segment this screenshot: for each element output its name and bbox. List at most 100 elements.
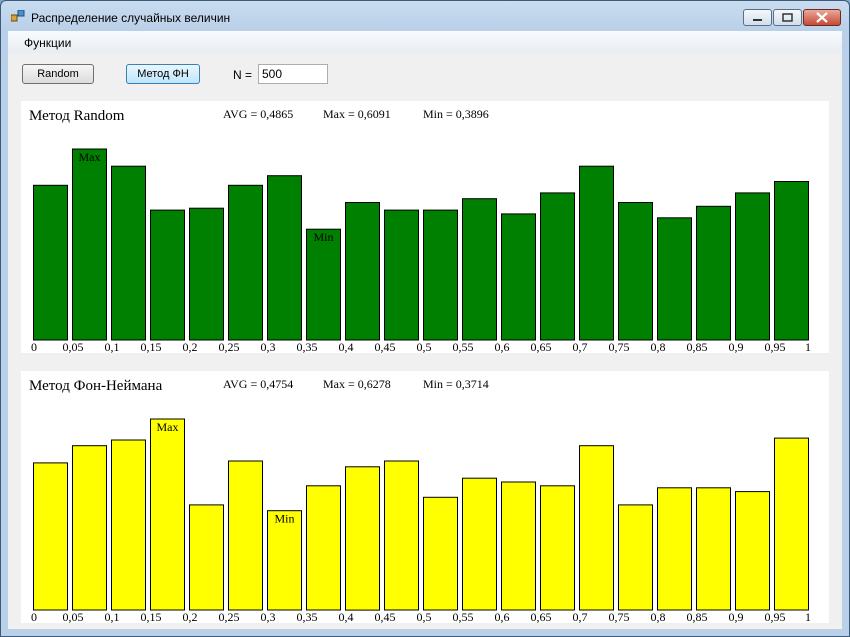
- random-bar-4: [189, 207, 224, 341]
- neumann-bar-2: [111, 439, 146, 611]
- neumann-avg: AVG = 0,4754: [223, 377, 294, 391]
- random-bar-15: [618, 202, 653, 341]
- random-bar-16: [657, 217, 692, 341]
- close-icon: [816, 12, 828, 23]
- neumann-x-tick-2: 0,1: [105, 610, 120, 623]
- close-button[interactable]: [803, 9, 841, 26]
- random-bar-9: [384, 209, 419, 341]
- menu-bar: Функции: [8, 31, 842, 53]
- method-fn-button[interactable]: Метод ФН: [126, 64, 200, 84]
- menu-functions[interactable]: Функции: [24, 36, 71, 50]
- random-bar-12: [501, 213, 536, 341]
- neumann-x-tick-18: 0,9: [729, 610, 744, 623]
- random-x-tick-7: 0,35: [297, 340, 318, 353]
- minimize-icon: [753, 19, 762, 21]
- neumann-x-tick-19: 0,95: [765, 610, 786, 623]
- random-x-tick-6: 0,3: [261, 340, 276, 353]
- neumann-x-tick-1: 0,05: [63, 610, 84, 623]
- neumann-x-tick-3: 0,15: [141, 610, 162, 623]
- neumann-bar-9: [384, 460, 419, 611]
- neumann-max-label: Max: [157, 420, 179, 434]
- neumann-min-label: Min: [274, 512, 294, 526]
- neumann-x-tick-15: 0,75: [609, 610, 630, 623]
- neumann-bar-15: [618, 504, 653, 611]
- random-x-tick-8: 0,4: [339, 340, 354, 353]
- neumann-x-tick-14: 0,7: [573, 610, 588, 623]
- neumann-chart: Max Min 0 0,05 0,1 0,15 0,2 0,25 0,3 0,35 0,4 0,45 0…: [31, 418, 811, 623]
- minimize-button[interactable]: [743, 9, 772, 26]
- random-x-tick-17: 0,85: [687, 340, 708, 353]
- random-bar-10: [423, 209, 458, 341]
- neumann-x-tick-13: 0,65: [531, 610, 552, 623]
- random-x-tick-1: 0,05: [63, 340, 84, 353]
- neumann-bar-14: [579, 445, 614, 611]
- random-x-tick-4: 0,2: [183, 340, 198, 353]
- neumann-x-tick-11: 0,55: [453, 610, 474, 623]
- neumann-x-tick-5: 0,25: [219, 610, 240, 623]
- title-bar[interactable]: Распределение случайных величин: [1, 1, 849, 31]
- random-bar-0: [33, 184, 68, 341]
- neumann-x-tick-10: 0,5: [417, 610, 432, 623]
- neumann-x-tick-16: 0,8: [651, 610, 666, 623]
- random-x-tick-5: 0,25: [219, 340, 240, 353]
- n-input[interactable]: [258, 64, 328, 84]
- random-bar-2: [111, 165, 146, 341]
- random-chart: Max Min 0 0,05 0,1 0,15 0,2 0,25 0,3 0,35 0,4 0,45 0…: [31, 148, 811, 353]
- random-bar-6: [267, 175, 302, 341]
- app-window: Распределение случайных величин Функции …: [0, 0, 850, 637]
- neumann-bar-16: [657, 487, 692, 611]
- neumann-x-tick-7: 0,35: [297, 610, 318, 623]
- random-x-tick-11: 0,55: [453, 340, 474, 353]
- neumann-x-tick-12: 0,6: [495, 610, 510, 623]
- app-icon: [11, 10, 25, 22]
- neumann-bar-8: [345, 466, 380, 611]
- random-bar-1: [72, 148, 107, 341]
- random-bar-11: [462, 198, 497, 341]
- neumann-bar-11: [462, 477, 497, 611]
- random-x-tick-3: 0,15: [141, 340, 162, 353]
- random-panel: Max Min 0 0,05 0,1 0,15 0,2 0,25 0,3 0,35 0,4 0,45 0…: [21, 101, 829, 353]
- random-bar-13: [540, 192, 575, 341]
- random-bar-8: [345, 202, 380, 341]
- random-x-tick-19: 0,95: [765, 340, 786, 353]
- neumann-x-tick-9: 0,45: [375, 610, 396, 623]
- random-x-tick-16: 0,8: [651, 340, 666, 353]
- maximize-icon: [782, 13, 793, 22]
- neumann-bar-4: [189, 504, 224, 611]
- random-bar-3: [150, 209, 185, 341]
- neumann-bar-17: [696, 487, 731, 611]
- random-bar-18: [735, 192, 770, 341]
- client-area: Функции Random Метод ФН N = Max Min 0 0,05 0…: [8, 31, 842, 629]
- neumann-x-tick-0: 0: [31, 610, 37, 623]
- random-x-tick-14: 0,7: [573, 340, 588, 353]
- random-x-tick-10: 0,5: [417, 340, 432, 353]
- neumann-bar-1: [72, 445, 107, 611]
- random-panel-title: Метод Random: [29, 108, 125, 124]
- random-avg: AVG = 0,4865: [223, 107, 294, 121]
- maximize-button[interactable]: [773, 9, 802, 26]
- random-bar-17: [696, 205, 731, 341]
- random-x-tick-18: 0,9: [729, 340, 744, 353]
- neumann-x-tick-8: 0,4: [339, 610, 354, 623]
- random-x-tick-13: 0,65: [531, 340, 552, 353]
- random-bar-19: [774, 181, 809, 341]
- neumann-x-tick-6: 0,3: [261, 610, 276, 623]
- neumann-x-tick-17: 0,85: [687, 610, 708, 623]
- neumann-bar-5: [228, 460, 263, 611]
- neumann-x-tick-4: 0,2: [183, 610, 198, 623]
- neumann-panel-title: Метод Фон-Неймана: [29, 378, 163, 394]
- random-x-tick-2: 0,1: [105, 340, 120, 353]
- neumann-x-tick-20: 1: [805, 610, 811, 623]
- random-bar-5: [228, 184, 263, 341]
- neumann-bar-0: [33, 462, 68, 611]
- random-button[interactable]: Random: [22, 64, 94, 84]
- random-x-tick-15: 0,75: [609, 340, 630, 353]
- neumann-bar-7: [306, 485, 341, 611]
- neumann-min: Min = 0,3714: [423, 377, 489, 391]
- neumann-bar-10: [423, 496, 458, 611]
- neumann-bar-3: [150, 418, 185, 611]
- window-title: Распределение случайных величин: [31, 11, 231, 25]
- random-min-label: Min: [313, 230, 333, 244]
- random-x-tick-0: 0: [31, 340, 37, 353]
- random-bar-14: [579, 165, 614, 341]
